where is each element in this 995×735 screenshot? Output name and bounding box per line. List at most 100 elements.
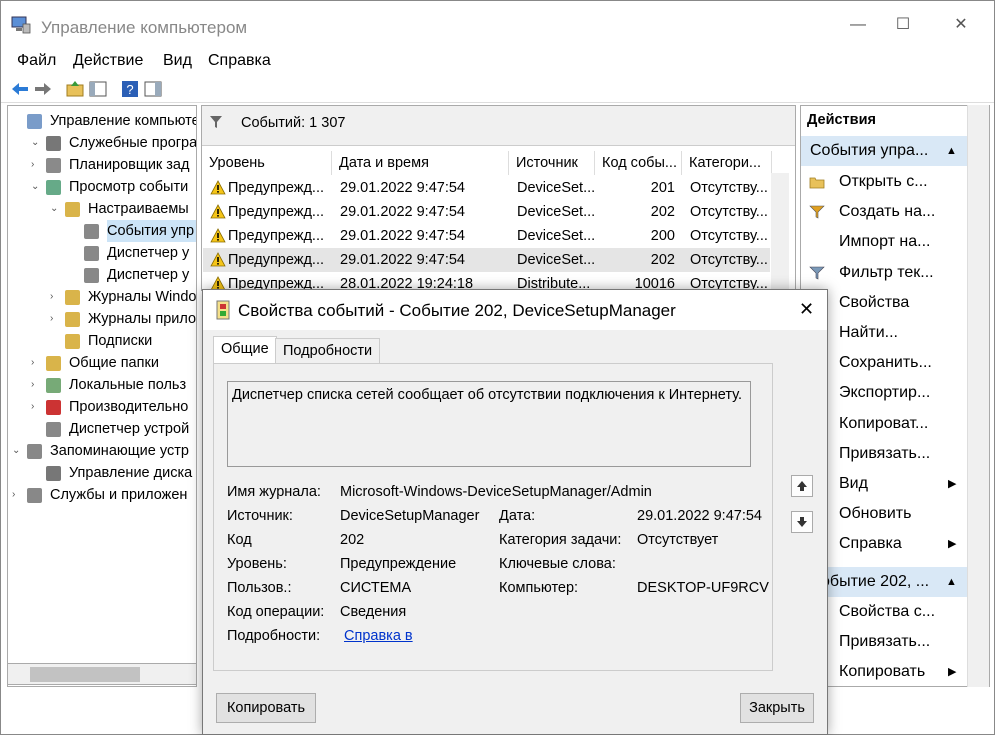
tree-node-icon [84,224,99,239]
tree-item[interactable]: › Локальные польз [31,374,194,396]
previous-event-button[interactable] [791,475,813,497]
action-item[interactable]: Фильтр тек... [801,258,967,288]
scrollbar-thumb[interactable] [30,667,140,682]
close-button[interactable]: ✕ [951,15,971,35]
tree-item[interactable]: Подписки [50,330,194,352]
copy-button[interactable]: Копировать [216,693,316,723]
title-bar: Управление компьютером — ☐ ✕ [1,1,994,45]
tree-expander-icon[interactable]: › [50,308,62,330]
submenu-arrow-icon: ▶ [948,538,957,551]
tree-item[interactable]: › Общие папки [31,352,194,374]
tree-node-icon [65,202,80,217]
event-cell-category: Отсутству... [690,252,768,268]
menu-file[interactable]: Файл [17,52,56,70]
column-header[interactable]: Уровень [202,151,332,175]
tree-expander-icon[interactable]: › [31,154,43,176]
menu-action[interactable]: Действие [73,52,143,70]
tree-item-label: Журналы Windo [88,289,197,305]
tree-node-icon [46,158,61,173]
tree-item[interactable]: Управление диска [31,462,194,484]
tree-expander-icon[interactable]: ⌄ [31,176,43,198]
tab-general[interactable]: Общие [213,336,277,364]
tree-item[interactable]: › Производительно [31,396,194,418]
tree-expander-icon[interactable]: › [31,352,43,374]
tree-item[interactable]: › Службы и приложен [12,484,194,506]
column-header[interactable]: Код собы... [595,151,682,175]
action-label: Свойства [839,293,910,311]
submenu-arrow-icon: ▶ [948,478,957,490]
tree-item[interactable]: ⌄ Просмотр событи [31,176,194,198]
help-link[interactable]: Справка в [344,628,413,644]
close-dialog-button[interactable]: Закрыть [740,693,814,723]
next-event-button[interactable] [791,511,813,533]
event-cell-level: Предупрежд... [228,204,325,220]
tree-expander-icon[interactable]: › [50,286,62,308]
tree-expander-icon[interactable]: ⌄ [31,132,43,154]
event-description[interactable]: Диспетчер списка сетей сообщает об отсут… [227,381,751,467]
warning-icon [210,180,226,195]
dialog-close-button[interactable]: ✕ [799,299,814,320]
tree-item[interactable]: Диспетчер устрой [31,418,194,440]
tree-expander-icon[interactable]: › [31,374,43,396]
tree-expander-icon[interactable]: ⌄ [50,198,62,220]
menu-help[interactable]: Справка [208,52,271,70]
event-row[interactable]: Предупрежд... 29.01.2022 9:47:54 DeviceSet… [203,200,770,224]
collapse-up-icon[interactable]: ▲ [946,567,957,597]
forward-arrow-icon[interactable] [33,79,53,99]
up-folder-icon[interactable] [65,79,85,99]
collapse-up-icon[interactable]: ▲ [946,136,957,166]
arrow-up-icon [797,481,807,491]
event-row[interactable]: Предупрежд... 29.01.2022 9:47:54 DeviceSet… [203,248,770,272]
filter-icon [809,266,825,280]
action-item[interactable]: Создать на... [801,197,967,227]
action-item[interactable]: Открыть с... [801,167,967,197]
tree-item[interactable]: Диспетчер у [69,264,194,286]
action-label: Экспортир... [839,384,931,402]
event-row[interactable]: Предупрежд... 29.01.2022 9:47:54 DeviceSet… [203,224,770,248]
minimize-button[interactable]: — [848,15,868,35]
date-value: 29.01.2022 9:47:54 [637,508,762,524]
tree-node-icon [65,290,80,305]
folder-icon [809,177,825,189]
tree-item[interactable]: Диспетчер у [69,242,194,264]
actions-section-saved-view[interactable]: События упра... ▲ [801,136,967,166]
events-vertical-scrollbar[interactable] [771,173,789,291]
tree-item[interactable]: › Планировщик зад [31,154,194,176]
event-cell-source: DeviceSet... [517,252,595,268]
column-header[interactable]: Источник [509,151,595,175]
tree-node-icon [46,422,61,437]
tree-item[interactable]: События упр [69,220,196,242]
show-hide-tree-icon[interactable] [88,79,108,99]
menu-view[interactable]: Вид [163,52,192,70]
event-row[interactable]: Предупрежд... 29.01.2022 9:47:54 DeviceSet… [203,176,770,200]
column-header[interactable]: Категори... [682,151,772,175]
column-header[interactable]: Дата и время [332,151,509,175]
tree-item[interactable]: ⌄ Служебные програм [31,132,196,154]
tree-expander-icon[interactable]: › [12,484,24,506]
section-label: обытие 202, ... [821,573,930,590]
tree-node-icon [84,246,99,261]
maximize-button[interactable]: ☐ [893,15,913,35]
actions-vertical-scrollbar[interactable] [967,105,989,687]
action-item[interactable]: Импорт на... [801,227,967,257]
show-hide-action-pane-icon[interactable] [143,79,163,99]
tree-node-icon [27,444,42,459]
level-value: Предупреждение [340,556,457,572]
action-label: Копировать [839,663,926,681]
back-arrow-icon[interactable] [10,79,30,99]
events-count: Событий: 1 307 [241,115,346,131]
tree-item[interactable]: ⌄ Запоминающие устр [12,440,194,462]
help-icon[interactable]: ? [120,79,140,99]
tree-item[interactable]: › Журналы Windo [50,286,197,308]
tree-item[interactable]: › Журналы прило [50,308,196,330]
tree-horizontal-scrollbar[interactable] [7,663,197,685]
tree-expander-icon[interactable]: ⌄ [12,440,24,462]
tree-expander-icon[interactable]: › [31,396,43,418]
event-cell-source: DeviceSet... [517,228,595,244]
tree-item[interactable]: ⌄ Настраиваемы [50,198,194,220]
code-label: Код [227,532,252,548]
tree-item[interactable]: Управление компьютер [12,110,196,132]
tab-details[interactable]: Подробности [275,338,381,364]
event-cell-level: Предупрежд... [228,228,325,244]
event-cell-level: Предупрежд... [228,252,325,268]
